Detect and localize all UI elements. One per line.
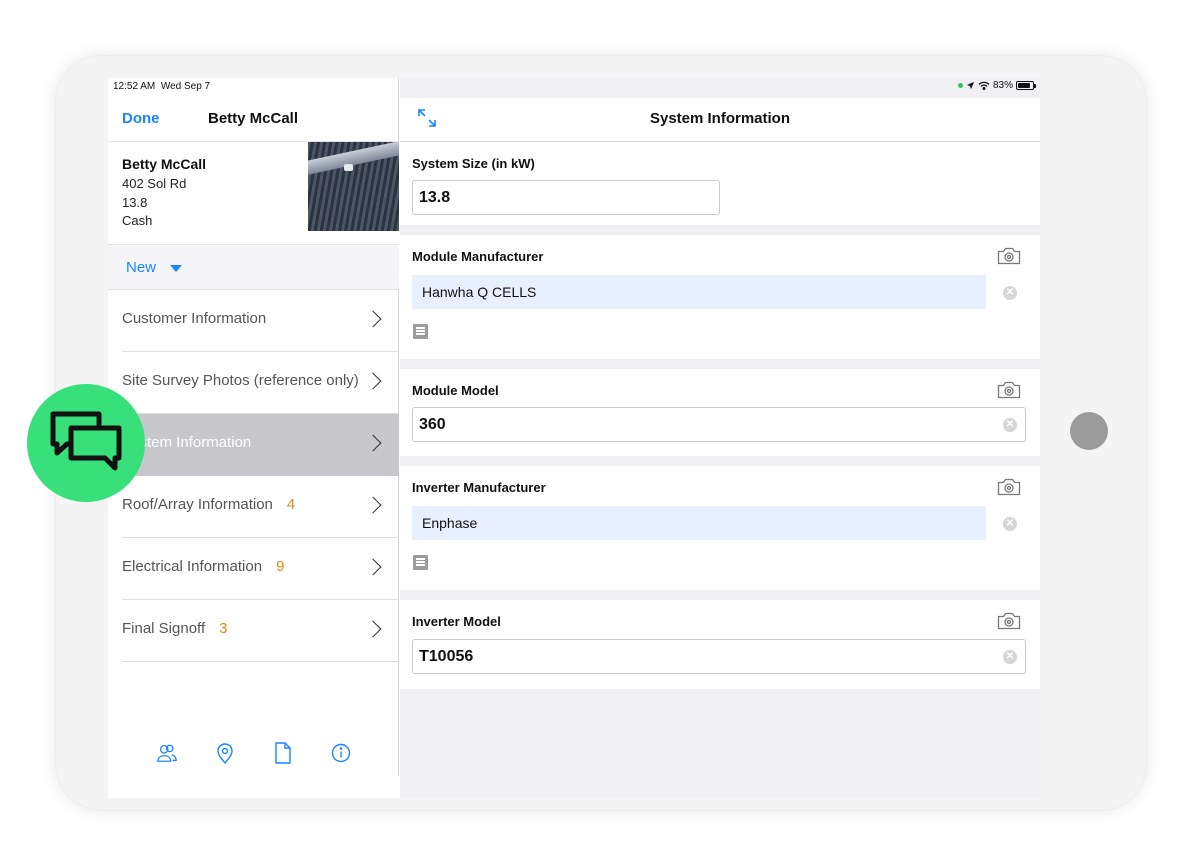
section-item-roof-array-information[interactable]: Roof/Array Information 4: [122, 476, 399, 538]
camera-icon[interactable]: [997, 612, 1021, 630]
solar-panel-photo[interactable]: [308, 142, 399, 231]
detail-pane: 83% System Information System Size (in k…: [400, 78, 1040, 798]
document-icon[interactable]: [272, 742, 294, 764]
customer-card[interactable]: Betty McCall 402 Sol Rd 13.8 Cash: [108, 141, 399, 245]
inverter-manufacturer-picker[interactable]: Enphase: [412, 506, 986, 540]
master-pane: 12:52 AM Wed Sep 7 Done Betty McCall Bet…: [108, 78, 399, 776]
chevron-right-icon: [364, 372, 382, 390]
chat-bubbles-icon: [50, 411, 122, 471]
section-list: Customer Information Site Survey Photos …: [108, 290, 399, 662]
chevron-right-icon: [364, 496, 382, 514]
location-active-dot: [957, 83, 963, 88]
contacts-icon[interactable]: [156, 742, 178, 764]
camera-icon[interactable]: [997, 247, 1021, 265]
page-title: System Information: [649, 110, 791, 127]
info-icon[interactable]: [330, 742, 352, 764]
section-item-final-signoff[interactable]: Final Signoff 3: [122, 600, 399, 662]
master-nav-bar: Done Betty McCall: [108, 98, 399, 142]
section-label: Electrical Information: [122, 558, 263, 575]
battery-percent: 83%: [992, 80, 1013, 91]
section-count-badge: 3: [219, 620, 228, 637]
customer-payment: Cash: [122, 213, 153, 228]
field-label: Inverter Model: [412, 614, 501, 629]
field-system-size: System Size (in kW): [400, 142, 1040, 225]
home-button[interactable]: [1070, 412, 1108, 450]
customer-name: Betty McCall: [122, 156, 207, 172]
section-label: Site Survey Photos (reference only): [122, 372, 359, 389]
camera-icon[interactable]: [997, 381, 1021, 399]
chevron-right-icon: [364, 434, 382, 452]
inverter-model-input[interactable]: [412, 639, 1026, 674]
chevron-right-icon: [364, 310, 382, 328]
field-inverter-manufacturer: Inverter Manufacturer Enphase ✕: [400, 466, 1040, 590]
status-time: 12:52 AM Wed Sep 7: [113, 81, 211, 92]
status-indicators: 83%: [957, 80, 1036, 91]
status-dropdown[interactable]: New: [108, 245, 399, 290]
chevron-right-icon: [364, 558, 382, 576]
section-label: Final Signoff: [122, 620, 206, 637]
module-model-input[interactable]: [412, 407, 1026, 442]
clear-icon[interactable]: ✕: [1003, 517, 1017, 531]
field-inverter-model: Inverter Model ✕: [400, 600, 1040, 689]
app-screen: 12:52 AM Wed Sep 7 Done Betty McCall Bet…: [108, 78, 1040, 798]
section-item-site-survey-photos[interactable]: Site Survey Photos (reference only): [122, 352, 399, 414]
section-label: Customer Information: [122, 310, 267, 327]
caret-down-icon: [170, 265, 182, 272]
section-count-badge: 9: [276, 558, 285, 575]
section-label: Roof/Array Information: [122, 496, 273, 513]
camera-icon[interactable]: [997, 478, 1021, 496]
field-label: Module Model: [412, 383, 499, 398]
customer-address: 402 Sol Rd: [122, 176, 187, 191]
field-module-model: Module Model ✕: [400, 369, 1040, 456]
clear-icon[interactable]: ✕: [1003, 286, 1017, 300]
customer-system-size: 13.8: [122, 195, 148, 210]
chat-button[interactable]: [27, 384, 145, 502]
detail-nav-bar: System Information: [400, 98, 1040, 142]
location-arrow-icon: [966, 81, 975, 90]
customer-title: Betty McCall: [208, 110, 299, 127]
clear-icon[interactable]: ✕: [1003, 650, 1017, 664]
done-button[interactable]: Done: [122, 110, 160, 127]
status-dropdown-label: New: [126, 259, 157, 276]
field-label: Module Manufacturer: [412, 249, 544, 264]
field-label: Inverter Manufacturer: [412, 480, 546, 495]
bottom-toolbar: [108, 730, 399, 776]
field-label: System Size (in kW): [412, 156, 535, 171]
section-item-customer-information[interactable]: Customer Information: [122, 290, 399, 352]
section-count-badge: 4: [286, 496, 296, 513]
clear-icon[interactable]: ✕: [1003, 418, 1017, 432]
system-size-input[interactable]: [412, 180, 720, 215]
field-module-manufacturer: Module Manufacturer Hanwha Q CELLS ✕: [400, 235, 1040, 359]
notes-icon[interactable]: [413, 324, 428, 339]
notes-icon[interactable]: [413, 555, 428, 570]
location-pin-icon[interactable]: [214, 742, 236, 764]
section-item-electrical-information[interactable]: Electrical Information 9: [122, 538, 399, 600]
battery-icon: [1016, 81, 1036, 90]
wifi-icon: [978, 81, 990, 90]
section-item-system-information[interactable]: System Information: [108, 414, 399, 476]
module-manufacturer-picker[interactable]: Hanwha Q CELLS: [412, 275, 986, 309]
chevron-right-icon: [364, 620, 382, 638]
